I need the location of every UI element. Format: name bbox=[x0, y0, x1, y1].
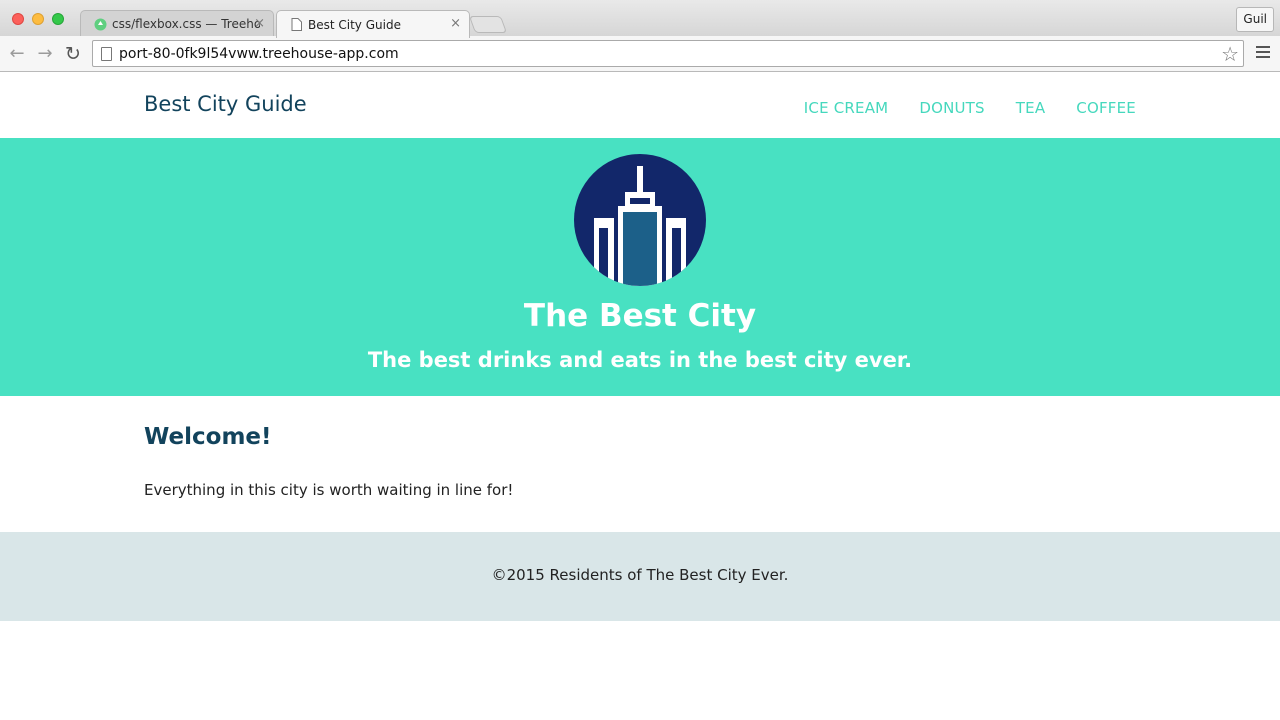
nav-link-coffee[interactable]: COFFEE bbox=[1076, 99, 1136, 117]
hamburger-menu-icon[interactable] bbox=[1256, 46, 1270, 60]
browser-toolbar: ← → ↻ port-80-0fk9l54vww.treehouse-app.c… bbox=[0, 36, 1280, 72]
tab-flexbox-css[interactable]: css/flexbox.css — Treehouse × bbox=[80, 10, 274, 37]
city-building-icon bbox=[574, 154, 706, 286]
forward-arrow-icon[interactable]: → bbox=[35, 44, 55, 64]
back-arrow-icon[interactable]: ← bbox=[7, 44, 27, 64]
reload-icon[interactable]: ↻ bbox=[63, 44, 83, 64]
nav-link-tea[interactable]: TEA bbox=[1016, 99, 1046, 117]
welcome-heading: Welcome! bbox=[144, 424, 272, 450]
minimize-window-button[interactable] bbox=[32, 13, 44, 25]
new-tab-button[interactable] bbox=[468, 16, 508, 33]
web-page: Best City Guide ICE CREAM DONUTS TEA COF… bbox=[0, 72, 1280, 720]
site-footer: ©2015 Residents of The Best City Ever. bbox=[0, 532, 1280, 621]
browser-tab-strip: css/flexbox.css — Treehouse × Best City … bbox=[0, 0, 1280, 38]
close-window-button[interactable] bbox=[12, 13, 24, 25]
page-icon bbox=[289, 18, 303, 32]
address-bar[interactable]: port-80-0fk9l54vww.treehouse-app.com ☆ bbox=[92, 40, 1244, 67]
page-icon bbox=[101, 47, 112, 61]
site-header: Best City Guide ICE CREAM DONUTS TEA COF… bbox=[0, 72, 1280, 138]
star-icon[interactable]: ☆ bbox=[1221, 42, 1239, 66]
tab-close-icon[interactable]: × bbox=[450, 16, 461, 31]
hero-banner: The Best City The best drinks and eats i… bbox=[0, 138, 1280, 396]
maximize-window-button[interactable] bbox=[52, 13, 64, 25]
banner-title: The Best City bbox=[523, 298, 757, 334]
main-nav: ICE CREAM DONUTS TEA COFFEE bbox=[804, 99, 1136, 117]
profile-button[interactable]: Guil bbox=[1236, 7, 1274, 32]
nav-link-donuts[interactable]: DONUTS bbox=[919, 99, 984, 117]
copyright-text: ©2015 Residents of The Best City Ever. bbox=[491, 566, 789, 584]
nav-link-ice-cream[interactable]: ICE CREAM bbox=[804, 99, 889, 117]
main-content: Welcome! Everything in this city is wort… bbox=[0, 396, 1280, 532]
url-text[interactable]: port-80-0fk9l54vww.treehouse-app.com bbox=[119, 46, 399, 62]
treehouse-icon bbox=[93, 17, 107, 31]
banner-tagline: The best drinks and eats in the best cit… bbox=[367, 348, 913, 372]
site-name[interactable]: Best City Guide bbox=[144, 92, 307, 116]
tab-best-city-guide[interactable]: Best City Guide × bbox=[276, 10, 470, 38]
intro-text: Everything in this city is worth waiting… bbox=[144, 481, 514, 499]
tab-title: css/flexbox.css — Treehouse bbox=[112, 17, 260, 31]
tab-close-icon[interactable]: × bbox=[254, 16, 265, 31]
tab-title: Best City Guide bbox=[308, 17, 401, 32]
